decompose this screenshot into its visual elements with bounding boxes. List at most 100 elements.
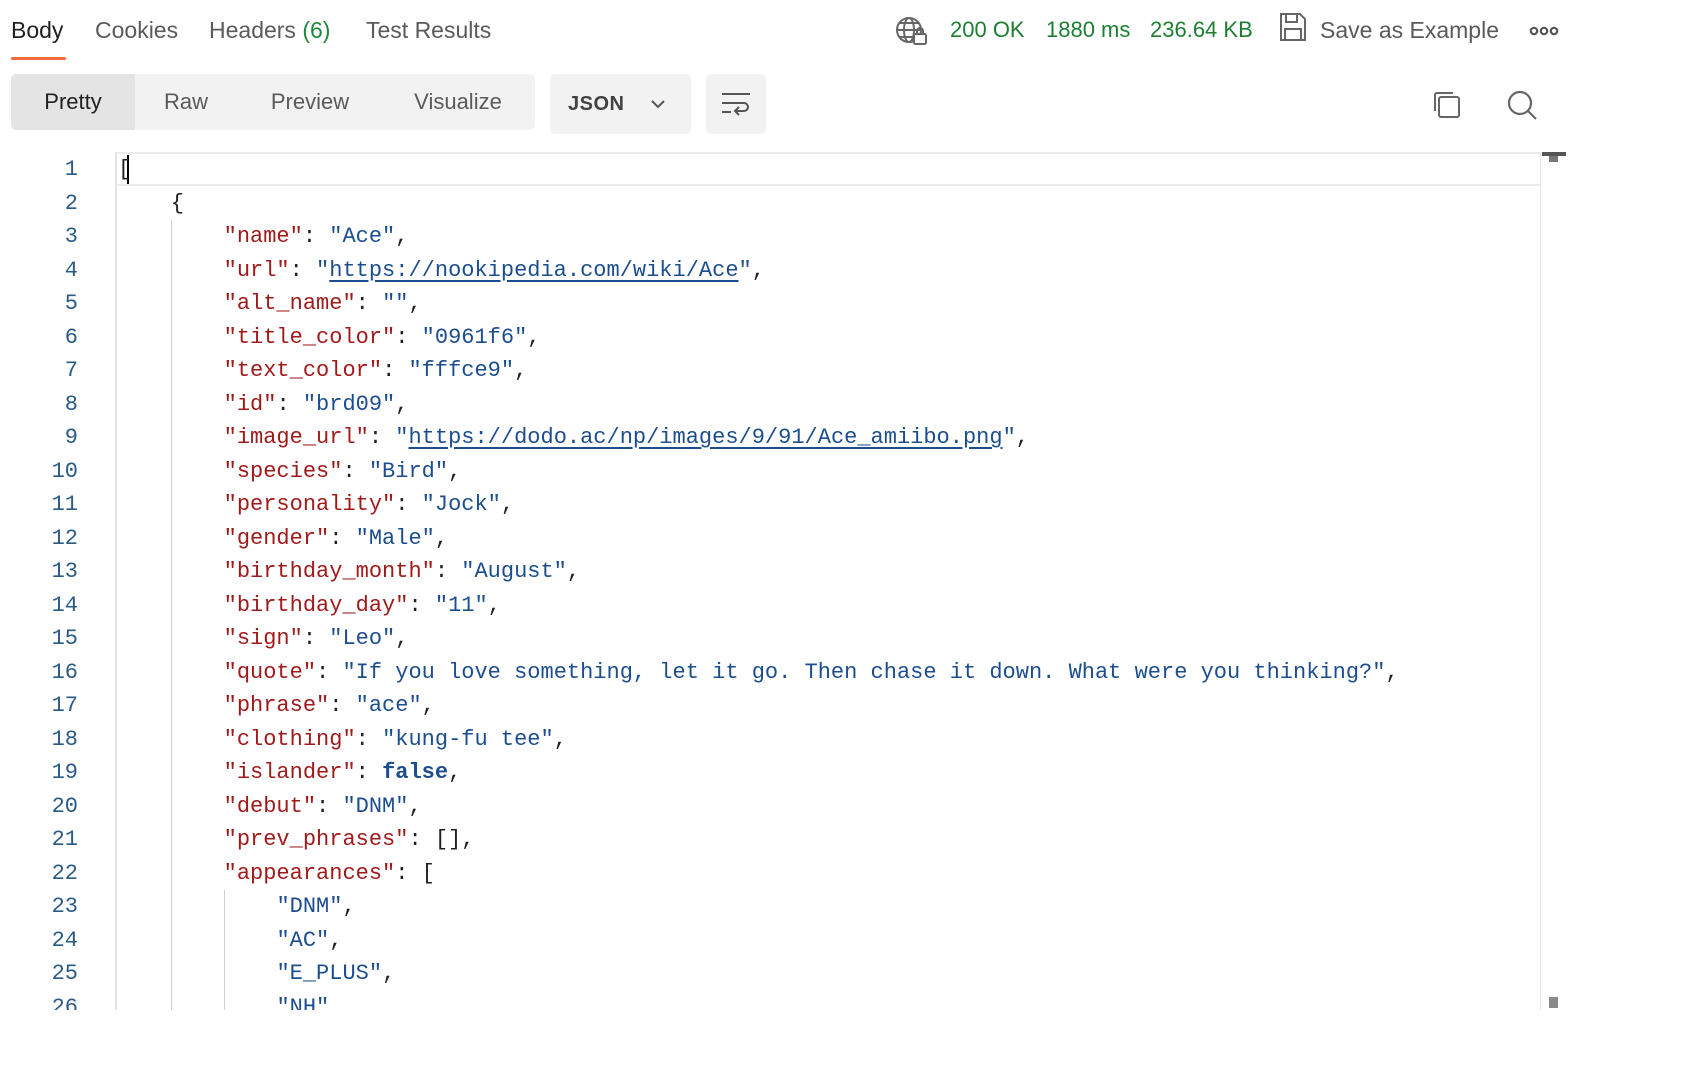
active-tab-indicator — [11, 57, 66, 60]
json-token: : — [434, 559, 462, 584]
tab-body[interactable]: Body — [11, 14, 63, 48]
line-number: 9 — [64, 425, 78, 450]
json-url-link[interactable]: https://nookipedia.com/wiki/Ace — [329, 258, 738, 283]
code-line: 1[ — [0, 153, 1540, 187]
code-text: "title_color": "0961f6", — [118, 321, 541, 355]
tab-headers[interactable]: Headers (6) — [209, 14, 330, 48]
search-icon[interactable] — [1503, 86, 1541, 124]
json-token: "name" — [223, 224, 303, 249]
json-token: "prev_phrases" — [223, 827, 409, 852]
code-text: "name": "Ace", — [118, 220, 409, 254]
code-line: 24 "AC", — [0, 924, 1540, 958]
json-token: "fffce9" — [408, 358, 515, 383]
code-text: "id": "brd09", — [118, 388, 409, 422]
json-token: : [ — [395, 860, 435, 886]
json-token: "quote" — [223, 659, 317, 685]
line-number: 1 — [64, 157, 78, 182]
code-line: 3 "name": "Ace", — [0, 220, 1540, 254]
json-token: , — [408, 291, 422, 316]
json-token: , — [1385, 659, 1399, 685]
word-wrap-button[interactable] — [706, 74, 766, 134]
json-token: : — [342, 458, 369, 484]
tab-test-results[interactable]: Test Results — [366, 14, 491, 48]
code-text: "DNM", — [118, 890, 356, 924]
response-size[interactable]: 236.64 KB — [1150, 14, 1253, 48]
json-token: "title_color" — [223, 324, 396, 350]
json-token: "text_color" — [223, 358, 383, 383]
ellipsis-icon[interactable] — [1526, 17, 1562, 45]
json-token: "" — [382, 291, 409, 316]
code-line: 7 "text_color": "fffce9", — [0, 354, 1540, 388]
code-line: 25 "E_PLUS", — [0, 957, 1540, 991]
json-token: , — [487, 592, 501, 618]
code-line: 20 "debut": "DNM", — [0, 790, 1540, 824]
code-line: 13 "birthday_month": "August", — [0, 555, 1540, 589]
json-token: : — [355, 760, 383, 785]
code-line: 2 { — [0, 187, 1540, 221]
response-time[interactable]: 1880 ms — [1046, 14, 1130, 48]
code-text: "prev_phrases": [], — [118, 823, 475, 857]
json-token: , — [382, 961, 396, 986]
json-token: : — [368, 425, 396, 450]
view-pretty[interactable]: Pretty — [11, 74, 135, 130]
line-number: 5 — [64, 291, 78, 316]
json-token: : — [316, 793, 343, 819]
globe-lock-icon[interactable] — [894, 14, 930, 48]
json-token: , — [566, 559, 581, 584]
save-as-example-button[interactable]: Save as Example — [1278, 12, 1499, 48]
code-line: 22 "appearances": [ — [0, 857, 1540, 891]
code-text: "islander": false, — [118, 756, 462, 790]
json-token: false — [382, 760, 449, 785]
line-number: 12 — [51, 525, 78, 551]
code-text: "gender": "Male", — [118, 522, 448, 556]
scrollbar-thumb[interactable] — [1549, 156, 1558, 162]
tab-cookies[interactable]: Cookies — [95, 14, 178, 48]
line-number: 17 — [51, 693, 78, 718]
tab-body-label: Body — [11, 17, 64, 43]
editor-scrollbar[interactable] — [1540, 152, 1566, 1010]
view-visualize[interactable]: Visualize — [383, 74, 533, 130]
code-line: 18 "clothing": "kung-fu tee", — [0, 723, 1540, 757]
view-preview[interactable]: Preview — [237, 74, 383, 130]
json-token: "Male" — [355, 525, 435, 551]
code-text: "image_url": "https://dodo.ac/np/images/… — [118, 421, 1029, 455]
json-token: , — [514, 358, 528, 383]
code-line: 6 "title_color": "0961f6", — [0, 321, 1540, 355]
line-number: 7 — [64, 358, 78, 383]
json-token: "appearances" — [223, 860, 396, 886]
json-token: : — [408, 592, 435, 618]
json-token: , — [421, 693, 435, 718]
chevron-down-icon — [651, 100, 665, 109]
json-token: : — [329, 525, 356, 551]
view-raw[interactable]: Raw — [135, 74, 237, 130]
json-url-link[interactable]: https://dodo.ac/np/images/9/91/Ace_amiib… — [408, 425, 1002, 450]
json-token: , — [751, 257, 765, 283]
json-token: , — [342, 894, 356, 919]
status-code[interactable]: 200 OK — [950, 14, 1025, 48]
code-text: "clothing": "kung-fu tee", — [118, 723, 567, 757]
code-line: 14 "birthday_day": "11", — [0, 589, 1540, 623]
json-token: [ — [118, 157, 132, 182]
json-token: "species" — [223, 458, 343, 484]
code-line: 10 "species": "Bird", — [0, 455, 1540, 489]
code-text: "species": "Bird", — [118, 455, 462, 489]
code-line: 11 "personality": "Jock", — [0, 488, 1540, 522]
json-token: "If you love something, let it go. Then … — [342, 659, 1386, 685]
response-body-editor[interactable]: 1[2 {3 "name": "Ace", 4 "url": "https://n… — [0, 152, 1686, 1010]
json-token: "0961f6" — [421, 324, 528, 350]
code-text: "AC", — [118, 924, 342, 958]
line-number: 20 — [51, 793, 78, 819]
format-dropdown[interactable]: JSON — [550, 74, 691, 134]
code-line: 12 "gender": "Male", — [0, 522, 1540, 556]
json-token: "August" — [461, 559, 567, 584]
copy-icon[interactable] — [1428, 86, 1466, 124]
json-token: "alt_name" — [223, 291, 356, 316]
